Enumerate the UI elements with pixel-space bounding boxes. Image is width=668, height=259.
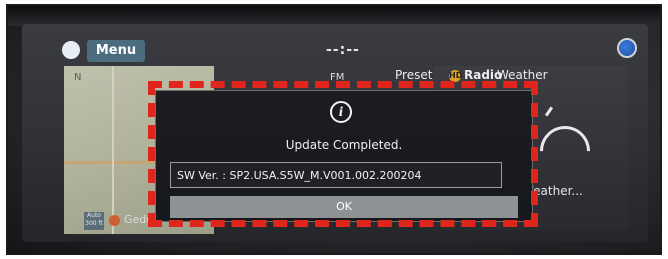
tab-radio[interactable]: HD Radio [449,68,502,82]
profile-icon[interactable] [617,38,637,58]
map-road [112,66,114,234]
navigation-icon [109,215,120,226]
annotation-highlight-box [148,81,538,227]
display-bezel [8,6,660,26]
menu-button[interactable]: Menu [87,40,145,62]
map-scale-chip[interactable]: Auto 300 ft [84,212,104,230]
photo-frame: N Menu --:-- FM Preset HD Radio Weather W… [6,4,662,255]
tab-preset[interactable]: Preset [395,68,432,82]
compass-icon[interactable]: N [74,72,81,83]
clock: --:-- [326,42,360,58]
hd-radio-icon: HD [449,69,463,82]
home-indicator-icon [62,41,80,59]
tab-weather[interactable]: Weather [497,68,548,82]
